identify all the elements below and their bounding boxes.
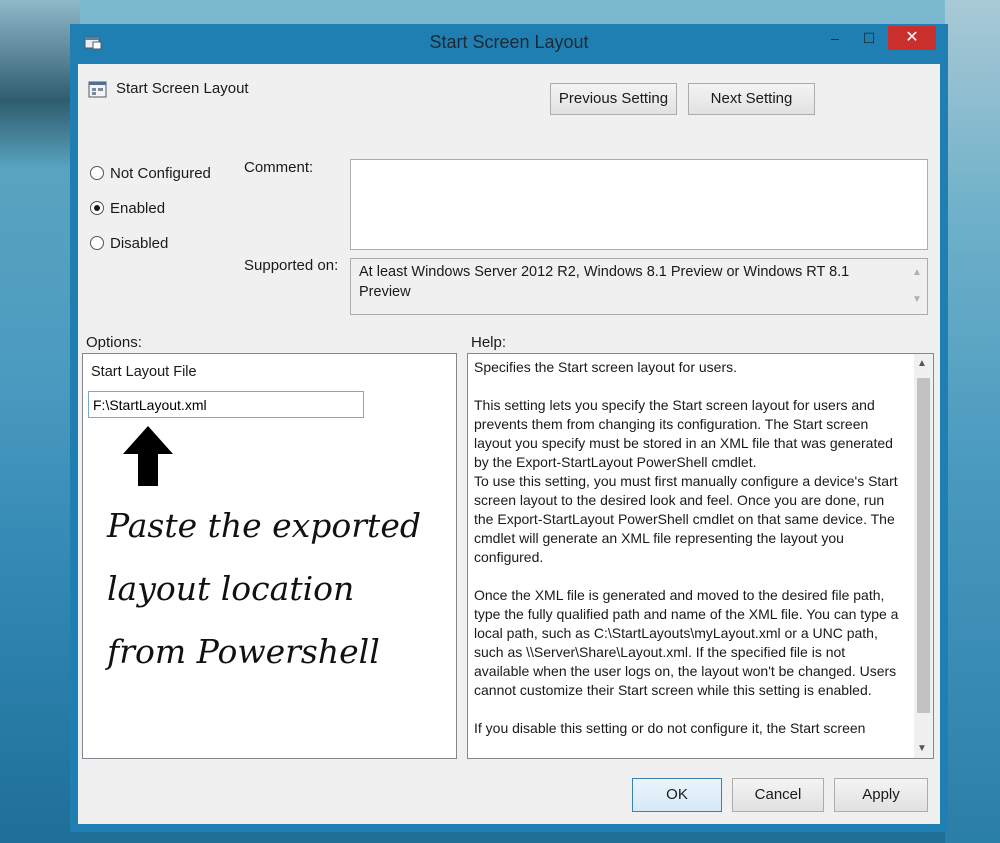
cancel-button[interactable]: Cancel	[732, 778, 824, 812]
options-label: Options:	[86, 334, 142, 351]
supported-on-text: At least Windows Server 2012 R2, Windows…	[359, 264, 850, 300]
start-layout-file-input[interactable]	[88, 391, 364, 418]
scroll-up-icon[interactable]: ▲	[917, 358, 927, 369]
annotation-line: Paste the exported	[107, 506, 421, 545]
apply-button[interactable]: Apply	[834, 778, 928, 812]
supported-on-field: At least Windows Server 2012 R2, Windows…	[350, 258, 928, 315]
help-paragraph: Once the XML file is generated and moved…	[474, 587, 899, 698]
next-setting-button[interactable]: Next Setting	[688, 83, 815, 115]
title-bar[interactable]: Start Screen Layout – ☐ ✕	[70, 24, 948, 64]
help-text: Specifies the Start screen layout for us…	[474, 358, 902, 757]
minimize-button[interactable]: –	[822, 28, 848, 50]
supported-on-label: Supported on:	[244, 257, 339, 274]
comment-textarea[interactable]	[350, 159, 928, 250]
scroll-down-icon[interactable]: ▼	[912, 290, 922, 310]
help-paragraph: If you disable this setting or do not co…	[474, 720, 866, 736]
scroll-up-icon[interactable]: ▲	[912, 263, 922, 283]
options-panel: Start Layout File Paste the exported lay…	[82, 353, 457, 759]
radio-circle[interactable]	[90, 166, 104, 180]
help-label: Help:	[471, 334, 507, 351]
close-button[interactable]: ✕	[888, 26, 936, 50]
setting-title: Start Screen Layout	[116, 80, 249, 97]
radio-disabled[interactable]: Disabled	[90, 235, 168, 252]
radio-not-configured[interactable]: Not Configured	[90, 165, 211, 182]
dialog-client-area: Start Screen Layout Previous Setting Nex…	[78, 64, 940, 824]
help-scrollbar[interactable]: ▲ ▼	[914, 354, 933, 758]
desktop-background-left	[0, 0, 80, 843]
help-paragraph: Specifies the Start screen layout for us…	[474, 359, 738, 375]
scroll-down-icon[interactable]: ▼	[917, 743, 927, 754]
maximize-button[interactable]: ☐	[856, 28, 882, 50]
radio-enabled[interactable]: Enabled	[90, 200, 165, 217]
handwritten-annotation: Paste the exported layout location from …	[107, 494, 421, 683]
radio-circle-selected[interactable]	[90, 201, 104, 215]
annotation-line: from Powershell	[107, 632, 380, 671]
help-panel[interactable]: Specifies the Start screen layout for us…	[467, 353, 934, 759]
policy-setting-icon	[88, 81, 107, 98]
annotation-line: layout location	[107, 569, 355, 608]
up-arrow-icon	[123, 426, 173, 486]
comment-label: Comment:	[244, 159, 314, 176]
help-paragraph: This setting lets you specify the Start …	[474, 397, 893, 470]
radio-label: Disabled	[110, 235, 169, 252]
ok-button[interactable]: OK	[632, 778, 722, 812]
radio-label: Enabled	[110, 200, 166, 217]
help-paragraph: To use this setting, you must first manu…	[474, 473, 898, 565]
supported-scrollbar[interactable]: ▲ ▼	[909, 259, 927, 314]
previous-setting-button[interactable]: Previous Setting	[550, 83, 677, 115]
desktop-background-right	[945, 0, 1000, 843]
radio-label: Not Configured	[110, 165, 211, 182]
radio-circle[interactable]	[90, 236, 104, 250]
help-scroll-thumb[interactable]	[917, 378, 930, 713]
start-layout-file-label: Start Layout File	[91, 364, 197, 380]
policy-dialog-window: Start Screen Layout – ☐ ✕ Start Screen L…	[70, 24, 948, 832]
window-title: Start Screen Layout	[429, 32, 589, 52]
